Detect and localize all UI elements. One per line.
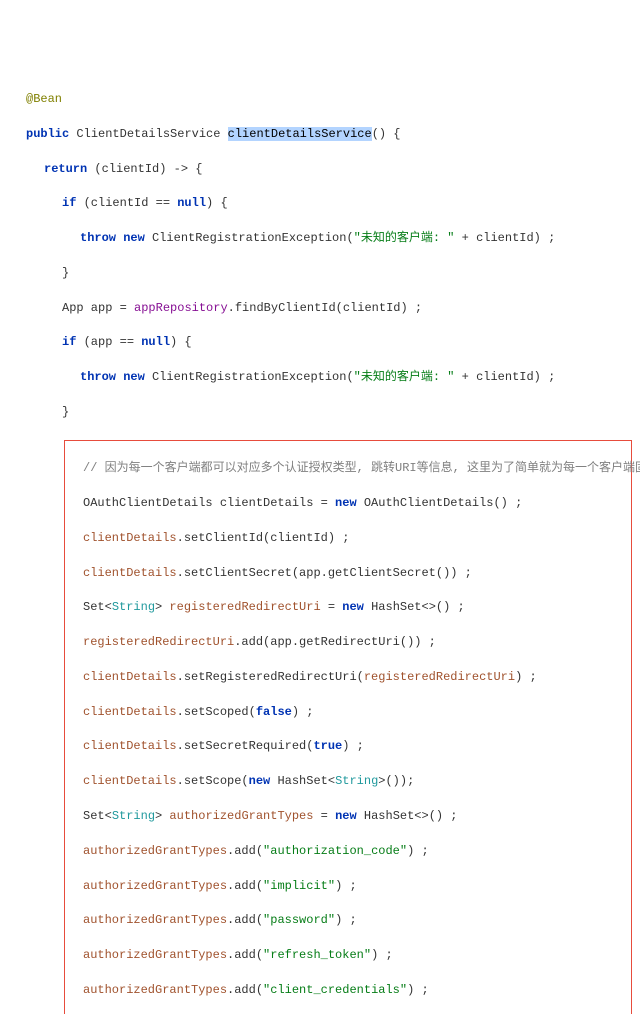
type-oauth: OAuthClientDetails [83,496,213,510]
text: clientDetails = [213,496,335,510]
findByClientId-call: .findByClientId(clientId) ; [228,301,422,315]
if1-cond-b: ) { [206,196,228,210]
text: ) ; [342,739,364,753]
exception-type: ClientRegistrationException( [145,370,354,384]
keyword-new: new [249,774,271,788]
string-literal: "refresh_token" [263,948,371,962]
text: .add( [227,844,263,858]
text: OAuthClientDetails() ; [357,496,523,510]
text: >()); [378,774,414,788]
return-type: ClientDetailsService [76,127,220,141]
text: > [155,809,162,823]
text: > [155,600,162,614]
text: .setScope( [177,774,249,788]
var: authorizedGrantTypes [83,983,227,997]
text: ) ; [371,948,393,962]
text: ) ; [335,879,357,893]
text: HashSet<>() ; [364,600,465,614]
close-brace: } [62,405,69,419]
text: ) ; [292,705,314,719]
string-literal: "未知的客户端: " [354,231,455,245]
var: authorizedGrantTypes [83,913,227,927]
field-appRepository: appRepository [134,301,228,315]
keyword-if: if [62,335,76,349]
text: .add( [227,948,263,962]
keyword-throw-new: throw new [80,231,145,245]
code-block: @Bean public ClientDetailsService client… [8,74,632,1014]
text: = [321,600,343,614]
keyword-return: return [44,162,87,176]
text: .add(app.getRedirectUri()) ; [234,635,436,649]
string-literal: "authorization_code" [263,844,407,858]
var: clientDetails [83,566,177,580]
var: authorizedGrantTypes [162,809,313,823]
text: .setScoped( [177,705,256,719]
keyword-new: new [342,600,364,614]
generic: String [112,600,155,614]
var: registeredRedirectUri [83,635,234,649]
text: .add( [227,913,263,927]
string-literal: "implicit" [263,879,335,893]
text: HashSet< [270,774,335,788]
keyword-null: null [141,335,170,349]
string-literal: "未知的客户端: " [354,370,455,384]
var: clientDetails [83,739,177,753]
var: registeredRedirectUri [364,670,515,684]
highlighted-code-box: // 因为每一个客户端都可以对应多个认证授权类型, 跳转URI等信息, 这里为了… [64,440,632,1014]
throw1-end: + clientId) ; [454,231,555,245]
keyword-throw-new: throw new [80,370,145,384]
text: ) ; [515,670,537,684]
keyword-null: null [177,196,206,210]
text: .setSecretRequired( [177,739,314,753]
type-app: App [62,301,84,315]
keyword-true: true [313,739,342,753]
method-name: clientDetailsService [228,127,372,141]
annotation: @Bean [26,92,62,106]
keyword-new: new [335,496,357,510]
lambda-start: (clientId) -> { [87,162,202,176]
text: .setClientId(clientId) ; [177,531,350,545]
var: clientDetails [83,531,177,545]
if2-cond-a: (app == [76,335,141,349]
var: authorizedGrantTypes [83,844,227,858]
var: authorizedGrantTypes [83,879,227,893]
text: .add( [227,879,263,893]
app-assign: app = [84,301,134,315]
text: ) ; [407,983,429,997]
text: Set< [83,809,112,823]
text: ) ; [335,913,357,927]
throw2-end: + clientId) ; [454,370,555,384]
generic: String [335,774,378,788]
generic: String [112,809,155,823]
text: ) ; [407,844,429,858]
text: .setRegisteredRedirectUri( [177,670,364,684]
keyword-false: false [256,705,292,719]
text: Set< [83,600,112,614]
keyword-if: if [62,196,76,210]
sig-after: () { [372,127,401,141]
exception-type: ClientRegistrationException( [145,231,354,245]
if2-cond-b: ) { [170,335,192,349]
string-literal: "client_credentials" [263,983,407,997]
keyword-new: new [335,809,357,823]
if1-cond-a: (clientId == [76,196,177,210]
text: = [313,809,335,823]
close-brace: } [62,266,69,280]
var: clientDetails [83,774,177,788]
string-literal: "password" [263,913,335,927]
code-comment: // 因为每一个客户端都可以对应多个认证授权类型, 跳转URI等信息, 这里为了… [83,461,640,475]
keyword-public: public [26,127,69,141]
var: clientDetails [83,670,177,684]
text: .setClientSecret(app.getClientSecret()) … [177,566,472,580]
var: authorizedGrantTypes [83,948,227,962]
text: HashSet<>() ; [357,809,458,823]
text: .add( [227,983,263,997]
var: registeredRedirectUri [162,600,320,614]
var: clientDetails [83,705,177,719]
